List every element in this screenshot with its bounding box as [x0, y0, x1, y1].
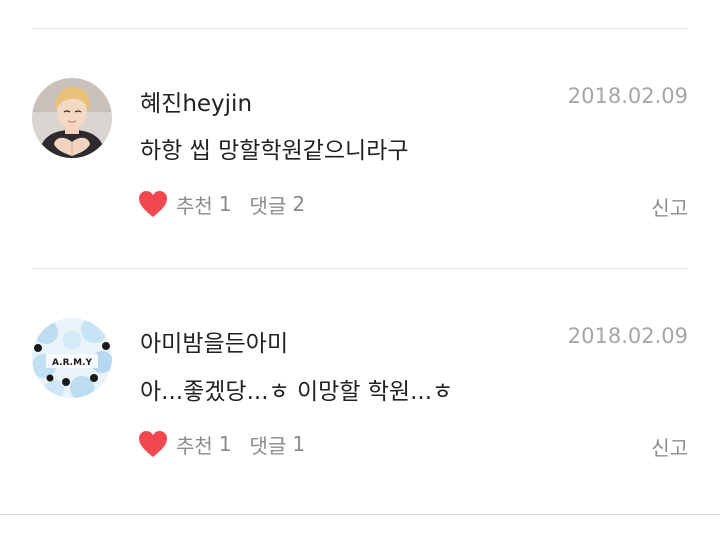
comment-text: 하항 씹 망할학원같으니라구 — [140, 138, 409, 164]
comment-author[interactable]: 혜진heyjin — [140, 84, 252, 118]
like-count: 1 — [218, 432, 232, 456]
heart-icon[interactable] — [138, 190, 168, 218]
avatar[interactable] — [32, 78, 112, 158]
like-count: 1 — [218, 192, 232, 216]
comment-actions: 추천 1 댓글 2 — [138, 189, 305, 219]
comment-date: 2018.02.09 — [567, 84, 688, 108]
avatar[interactable]: A.R.M.Y — [32, 318, 112, 398]
comment-author[interactable]: 아미밤을든아미 — [140, 324, 288, 358]
army-bomb-icon: A.R.M.Y — [32, 318, 112, 398]
profile-photo-icon — [32, 78, 112, 158]
reply-label[interactable]: 댓글 — [250, 430, 287, 459]
heart-icon[interactable] — [138, 430, 168, 458]
divider — [32, 28, 688, 29]
report-button[interactable]: 신고 — [651, 432, 688, 461]
report-button[interactable]: 신고 — [651, 192, 688, 221]
reply-label[interactable]: 댓글 — [250, 190, 287, 219]
divider — [32, 268, 688, 269]
reply-count: 2 — [292, 192, 306, 216]
reply-count: 1 — [292, 432, 306, 456]
comment-text: 아...좋겠당...ㅎ 이망할 학원...ㅎ — [140, 379, 454, 405]
like-label[interactable]: 추천 — [176, 190, 213, 219]
comment-date: 2018.02.09 — [567, 324, 688, 348]
like-label[interactable]: 추천 — [176, 430, 213, 459]
divider — [0, 514, 720, 515]
comment-actions: 추천 1 댓글 1 — [138, 429, 305, 459]
army-text: A.R.M.Y — [52, 358, 92, 368]
comment-list: 혜진heyjin 2018.02.09 하항 씹 망할학원같으니라구 추천 1 … — [0, 0, 720, 540]
